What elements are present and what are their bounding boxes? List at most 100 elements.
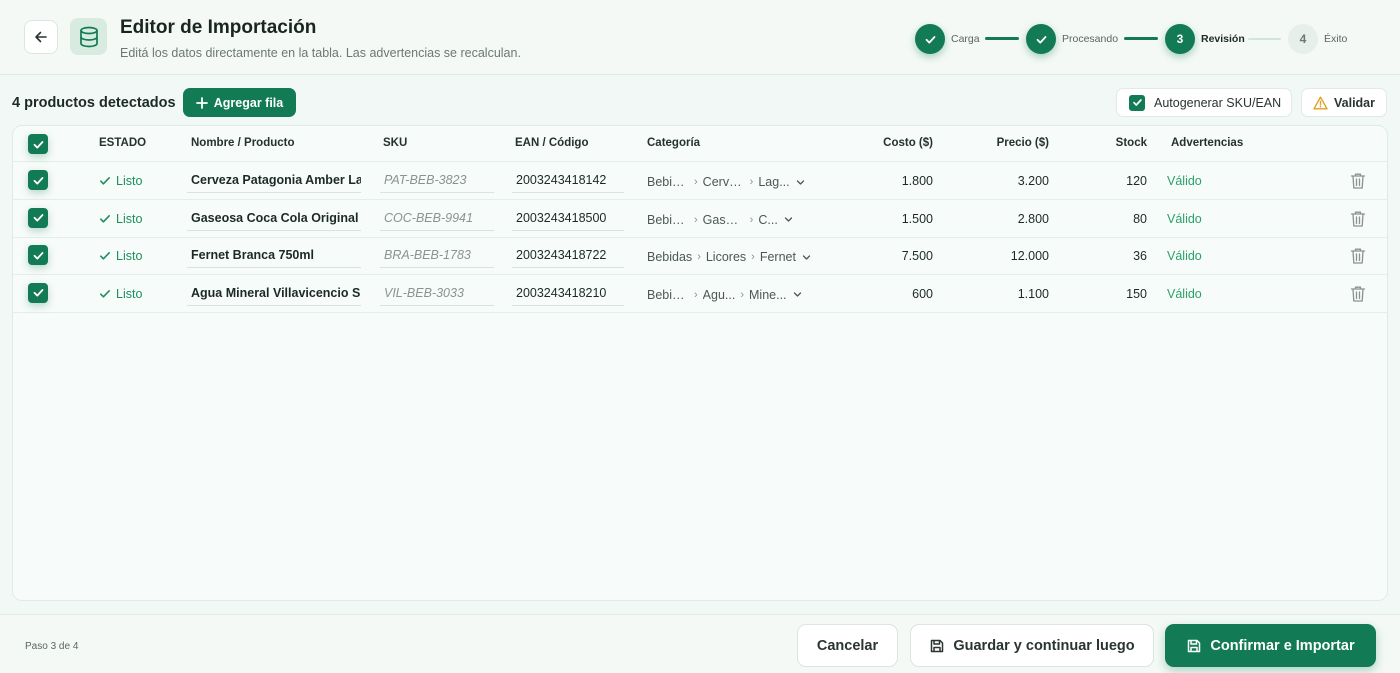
delete-row-button[interactable] <box>1350 247 1366 265</box>
step-connector <box>1248 37 1281 40</box>
add-row-button[interactable]: Agregar fila <box>183 88 296 117</box>
column-header-sku: SKU <box>383 137 408 149</box>
category-select[interactable]: Bebid... › Cervez... › Lag... <box>647 173 822 191</box>
trash-icon <box>1350 211 1366 227</box>
chevron-down-icon <box>802 254 811 260</box>
stock-input[interactable]: 80 <box>1087 212 1147 226</box>
arrow-left-icon <box>35 31 47 43</box>
category-crumb: Licores <box>705 250 747 264</box>
back-button[interactable] <box>24 20 58 54</box>
trash-icon <box>1350 173 1366 189</box>
price-input[interactable]: 3.200 <box>959 174 1049 188</box>
column-header-precio: Precio ($) <box>996 137 1049 149</box>
category-select[interactable]: Bebidas › Licores › Fernet <box>647 248 822 266</box>
category-crumb: Lag... <box>758 175 790 189</box>
validate-button[interactable]: Validar <box>1301 88 1387 117</box>
check-icon <box>100 289 110 298</box>
confirm-label: Confirmar e Importar <box>1210 637 1355 654</box>
chevron-down-icon <box>793 292 801 297</box>
check-icon <box>100 214 110 223</box>
delete-row-button[interactable] <box>1350 172 1366 190</box>
cancel-button[interactable]: Cancelar <box>797 624 898 667</box>
status-badge: Listo <box>99 212 142 226</box>
table-row: Listo Fernet Branca 750ml BRA-BEB-1783 2003… <box>13 237 1387 275</box>
stock-input[interactable]: 36 <box>1087 249 1147 263</box>
sku-input[interactable]: COC-BEB-9941 <box>380 207 494 231</box>
check-icon <box>33 289 43 297</box>
save-icon <box>1188 639 1201 652</box>
select-all-checkbox[interactable] <box>28 134 48 154</box>
breadcrumb-separator-icon: › <box>749 213 754 226</box>
stock-input[interactable]: 150 <box>1087 287 1147 301</box>
status-label: Listo <box>116 249 143 263</box>
cost-input[interactable]: 1.800 <box>853 174 933 188</box>
product-name-input[interactable]: Agua Mineral Villavicencio Sin Gas <box>187 282 361 306</box>
breadcrumb-separator-icon: › <box>749 176 754 188</box>
ean-input[interactable]: 2003243418142 <box>512 169 624 193</box>
category-crumb: Bebid... <box>647 175 689 189</box>
category-crumb: C... <box>758 212 778 227</box>
step-carga: Carga <box>915 24 980 54</box>
cost-input[interactable]: 600 <box>853 287 933 301</box>
confirm-import-button[interactable]: Confirmar e Importar <box>1165 624 1376 667</box>
table-row: Listo Gaseosa Coca Cola Original 2.25L COC… <box>13 200 1387 238</box>
ean-input[interactable]: 2003243418500 <box>512 207 624 231</box>
delete-row-button[interactable] <box>1350 210 1366 228</box>
table-header: ESTADO Nombre / Producto SKU EAN / Códig… <box>13 126 1387 162</box>
delete-row-button[interactable] <box>1350 285 1366 303</box>
price-input[interactable]: 1.100 <box>959 287 1049 301</box>
product-name-input[interactable]: Cerveza Patagonia Amber Lager <box>187 169 361 193</box>
autogenerate-label: Autogenerar SKU/EAN <box>1154 95 1282 110</box>
cost-input[interactable]: 7.500 <box>853 249 933 263</box>
check-icon <box>33 214 43 222</box>
warning-status: Válido <box>1167 249 1202 263</box>
autogenerate-toggle[interactable]: Autogenerar SKU/EAN <box>1116 88 1292 117</box>
product-name-input[interactable]: Gaseosa Coca Cola Original 2.25L <box>187 207 361 231</box>
trash-icon <box>1350 286 1366 302</box>
sku-input[interactable]: VIL-BEB-3033 <box>380 282 494 306</box>
check-icon <box>915 24 945 54</box>
step-label: Carga <box>951 33 980 45</box>
breadcrumb-separator-icon: › <box>751 251 755 263</box>
sku-input[interactable]: PAT-BEB-3823 <box>380 169 494 193</box>
category-crumb: Gaseos... <box>702 212 745 227</box>
status-label: Listo <box>116 211 143 226</box>
save-continue-button[interactable]: Guardar y continuar luego <box>910 624 1154 667</box>
status-badge: Listo <box>99 287 142 301</box>
checkbox-checked-icon[interactable] <box>1129 94 1145 111</box>
check-icon <box>33 176 43 184</box>
sku-input[interactable]: BRA-BEB-1783 <box>380 244 494 268</box>
category-crumb: Bebidas <box>647 250 693 264</box>
row-checkbox[interactable] <box>28 282 48 303</box>
table-row: Listo Agua Mineral Villavicencio Sin Gas V… <box>13 275 1387 313</box>
top-header: Editor de Importación Editá los datos di… <box>0 0 1400 75</box>
row-checkbox[interactable] <box>28 170 48 190</box>
category-select[interactable]: Bebid... › Gaseos... › C... <box>647 211 822 229</box>
column-header-ean: EAN / Código <box>515 137 589 149</box>
step-number: 4 <box>1288 24 1318 54</box>
column-header-advertencias: Advertencias <box>1171 137 1244 149</box>
step-number: 3 <box>1165 24 1195 54</box>
warning-icon <box>1313 96 1328 109</box>
price-input[interactable]: 12.000 <box>959 249 1049 263</box>
footer-bar: Paso 3 de 4 Cancelar Guardar y continuar… <box>0 614 1400 673</box>
status-label: Listo <box>116 286 143 301</box>
check-icon <box>1026 24 1056 54</box>
ean-input[interactable]: 2003243418722 <box>512 244 624 268</box>
column-header-nombre: Nombre / Producto <box>191 137 295 149</box>
product-name-input[interactable]: Fernet Branca 750ml <box>187 244 361 268</box>
stock-input[interactable]: 120 <box>1087 174 1147 188</box>
step-label: Éxito <box>1324 33 1348 45</box>
save-label: Guardar y continuar luego <box>953 637 1135 654</box>
step-procesando: Procesando <box>1026 24 1118 54</box>
cost-input[interactable]: 1.500 <box>853 212 933 226</box>
row-checkbox[interactable] <box>28 207 48 228</box>
database-icon <box>79 26 98 47</box>
ean-input[interactable]: 2003243418210 <box>512 282 624 306</box>
price-input[interactable]: 2.800 <box>959 212 1049 226</box>
warning-status: Válido <box>1167 211 1202 226</box>
status-badge: Listo <box>99 174 142 188</box>
row-checkbox[interactable] <box>28 245 48 265</box>
status-badge: Listo <box>99 249 142 263</box>
category-select[interactable]: Bebid... › Agu... › Mine... <box>647 286 822 304</box>
